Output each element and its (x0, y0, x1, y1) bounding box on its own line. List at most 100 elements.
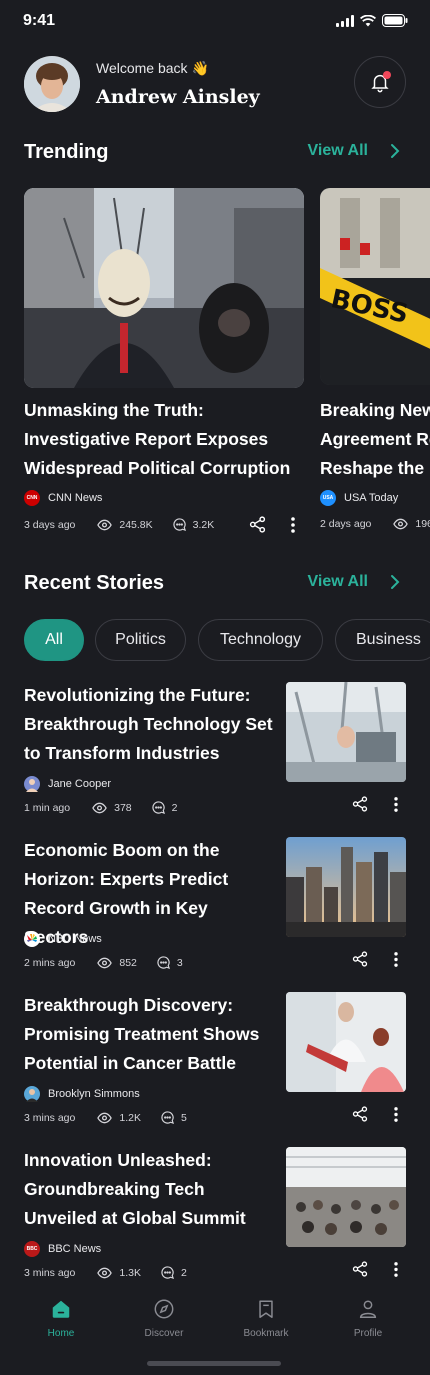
chip-all[interactable]: All (24, 619, 84, 661)
nav-profile[interactable]: Profile (333, 1298, 403, 1339)
story-meta: 2 mins ago 852 3 (24, 956, 183, 969)
views-count: 852 (119, 956, 137, 969)
more-options-icon[interactable] (393, 1261, 399, 1278)
views: 378 (92, 802, 132, 814)
comments: 2 (152, 801, 178, 814)
views-count: 378 (114, 801, 132, 814)
trending-view-all[interactable]: View All (308, 142, 400, 160)
views: 1.3K (97, 1267, 141, 1279)
views: 852 (97, 957, 137, 969)
cnn-logo-icon: CNN (24, 490, 40, 506)
trending-card-image-2[interactable]: BOSS (320, 188, 430, 385)
comments-count: 3 (176, 956, 183, 969)
story-image[interactable] (286, 682, 406, 782)
comments-count: 5 (180, 1111, 187, 1124)
profile-icon (359, 1300, 377, 1318)
trending-card-image[interactable] (24, 188, 304, 388)
share-icon[interactable] (352, 951, 368, 967)
share-icon[interactable] (352, 1261, 368, 1277)
comments-count: 2 (171, 801, 178, 814)
story-title[interactable]: Revolutionizing the Future: Breakthrough… (24, 681, 274, 768)
author-avatar (24, 776, 40, 792)
time-ago: 1 min ago (24, 801, 71, 814)
trending-card-title-2[interactable]: Breaking New Agreement Re Reshape the N (320, 396, 430, 483)
notification-dot (383, 71, 391, 79)
more-options-icon[interactable] (393, 796, 399, 813)
source-name: Brooklyn Simmons (48, 1088, 140, 1100)
time-ago: 3 days ago (24, 518, 76, 531)
compass-icon (154, 1299, 174, 1319)
home-indicator (147, 1361, 281, 1366)
comment-icon (157, 956, 170, 969)
view-all-label: View All (307, 142, 368, 159)
story-title[interactable]: Breakthrough Discovery: Promising Treatm… (24, 991, 274, 1078)
comments: 5 (161, 1111, 187, 1124)
home-icon (52, 1300, 70, 1318)
comment-icon (161, 1111, 174, 1124)
chip-business[interactable]: Business (335, 619, 430, 661)
notification-button[interactable] (354, 56, 406, 108)
comments-count: 3.2K (192, 518, 215, 531)
nav-bookmark-label: Bookmark (243, 1328, 289, 1339)
avatar[interactable] (24, 56, 80, 112)
story-image[interactable] (286, 992, 406, 1092)
eye-icon (393, 518, 409, 530)
author-avatar (24, 1086, 40, 1102)
nav-discover[interactable]: Discover (129, 1298, 199, 1339)
story-meta: 1 min ago 378 2 (24, 801, 178, 814)
trending-title: Trending (24, 141, 109, 163)
nav-home-label: Home (47, 1328, 75, 1339)
share-icon[interactable] (249, 516, 266, 533)
comments: 3.2K (173, 518, 215, 531)
trending-card-source-2: USA USA Today (320, 490, 398, 506)
share-icon[interactable] (352, 796, 368, 812)
story-image[interactable] (286, 1147, 406, 1247)
views: 1.2K (97, 1112, 141, 1124)
source-name: CNN News (48, 492, 103, 504)
comment-icon (161, 1266, 174, 1279)
nav-profile-label: Profile (353, 1328, 383, 1339)
story-image[interactable] (286, 837, 406, 937)
source-name: Jane Cooper (48, 778, 111, 790)
eye-icon (97, 957, 113, 968)
story-source: NBC News (24, 931, 102, 947)
views: 196. (393, 518, 430, 530)
nav-home[interactable]: Home (26, 1298, 96, 1339)
chip-technology[interactable]: Technology (198, 619, 323, 661)
eye-icon (92, 802, 107, 813)
more-options-icon[interactable] (393, 1106, 399, 1123)
eye-icon (97, 1267, 113, 1278)
comment-icon (152, 801, 165, 814)
more-options-icon[interactable] (290, 516, 296, 534)
source-name: BBC News (48, 1243, 102, 1255)
chevron-right-icon (391, 144, 400, 158)
comments: 2 (161, 1266, 187, 1279)
time-ago: 2 days ago (320, 518, 372, 530)
status-icons (336, 14, 408, 27)
nav-discover-label: Discover (144, 1328, 184, 1339)
views: 245.8K (97, 518, 153, 531)
source-name: NBC News (48, 933, 102, 945)
welcome-text: Welcome back 👋 (96, 60, 209, 76)
signal-icon (336, 14, 354, 27)
time-ago: 2 mins ago (24, 956, 76, 969)
story-source: Jane Cooper (24, 776, 111, 792)
source-name: USA Today (344, 492, 399, 504)
views-count: 245.8K (119, 518, 153, 531)
share-icon[interactable] (352, 1106, 368, 1122)
chevron-right-icon (391, 575, 400, 589)
trending-card-title[interactable]: Unmasking the Truth: Investigative Repor… (24, 396, 304, 483)
nav-bookmark[interactable]: Bookmark (231, 1298, 301, 1339)
time-ago: 3 mins ago (24, 1266, 76, 1279)
story-source: Brooklyn Simmons (24, 1086, 140, 1102)
chip-politics[interactable]: Politics (95, 619, 186, 661)
views-count: 1.3K (119, 1266, 141, 1279)
story-title[interactable]: Innovation Unleashed: Groundbreaking Tec… (24, 1146, 274, 1233)
eye-icon (97, 519, 113, 530)
more-options-icon[interactable] (393, 951, 399, 968)
bookmark-icon (259, 1300, 273, 1318)
recent-view-all[interactable]: View All (308, 573, 400, 591)
story-meta: 3 mins ago 1.2K 5 (24, 1111, 187, 1124)
trending-card-meta-2: 2 days ago 196. (320, 518, 430, 530)
wifi-icon (360, 14, 376, 26)
